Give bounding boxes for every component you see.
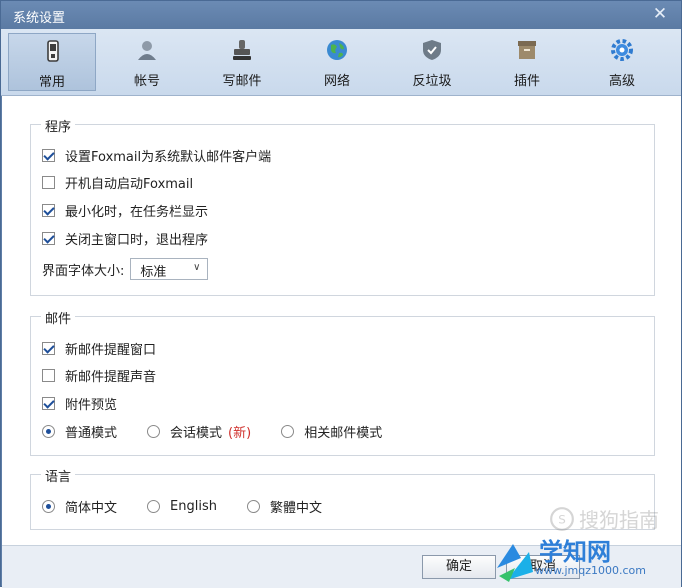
radio-conversation-mode[interactable]: 会话模式 (新) xyxy=(147,422,251,441)
radio-label: English xyxy=(170,498,217,514)
checkbox[interactable] xyxy=(42,175,55,189)
tab-common[interactable]: 常用 xyxy=(8,33,96,91)
group-title: 程序 xyxy=(41,116,76,135)
checkbox[interactable] xyxy=(42,341,55,355)
language-options: 简体中文 English 繁體中文 xyxy=(42,497,352,516)
radio-related-mode[interactable]: 相关邮件模式 xyxy=(281,422,382,441)
radio-button[interactable] xyxy=(42,424,55,438)
radio-label: 相关邮件模式 xyxy=(304,425,383,441)
tab-label: 反垃圾 xyxy=(412,74,452,89)
option-new-mail-sound[interactable]: 新邮件提醒声音 xyxy=(42,366,157,385)
tab-label: 插件 xyxy=(513,74,540,89)
tab-label: 高级 xyxy=(608,74,635,89)
title-bar: 系统设置 ✕ xyxy=(1,1,681,29)
radio-button[interactable] xyxy=(246,499,260,513)
settings-tabs: 常用 帐号 写邮件 网络 反垃圾 插件 高级 xyxy=(1,29,681,96)
radio-simplified-chinese[interactable]: 简体中文 xyxy=(42,497,117,516)
mail-mode-group: 普通模式 会话模式 (新) 相关邮件模式 xyxy=(42,422,412,441)
tab-network[interactable]: 网络 xyxy=(293,33,381,91)
option-minimize-taskbar[interactable]: 最小化时，在任务栏显示 xyxy=(42,201,209,220)
tab-account[interactable]: 帐号 xyxy=(103,33,191,91)
box-icon xyxy=(518,41,536,59)
option-label: 附件预览 xyxy=(65,397,118,413)
globe-icon xyxy=(327,40,347,60)
checkbox[interactable] xyxy=(42,148,55,162)
option-attachment-preview[interactable]: 附件预览 xyxy=(42,394,118,413)
checkbox[interactable] xyxy=(42,368,55,382)
radio-button[interactable] xyxy=(147,424,161,438)
font-size-row: 界面字体大小: 标准 ∨ xyxy=(42,257,209,281)
radio-button[interactable] xyxy=(147,499,161,513)
ok-button[interactable]: 确定 xyxy=(422,555,496,579)
new-badge: (新) xyxy=(228,425,252,441)
option-label: 关闭主窗口时，退出程序 xyxy=(65,232,209,248)
site-watermark: 学知网 www.jmqz1000.com xyxy=(493,524,673,586)
tab-label: 网络 xyxy=(323,74,350,89)
radio-label: 简体中文 xyxy=(65,500,118,516)
tab-label: 常用 xyxy=(38,75,65,90)
radio-traditional-chinese[interactable]: 繁體中文 xyxy=(246,497,322,516)
window-title: 系统设置 xyxy=(13,11,66,26)
tab-advanced[interactable]: 高级 xyxy=(578,33,666,91)
group-title: 邮件 xyxy=(41,308,76,327)
tab-label: 帐号 xyxy=(133,74,160,89)
radio-label: 繁體中文 xyxy=(269,500,322,516)
radio-label: 普通模式 xyxy=(65,425,118,441)
option-label: 开机自动启动Foxmail xyxy=(65,176,194,192)
font-size-label: 界面字体大小: xyxy=(42,263,125,279)
site-watermark-url: www.jmqz1000.com xyxy=(535,564,646,577)
option-label: 设置Foxmail为系统默认邮件客户端 xyxy=(65,149,272,165)
checkbox[interactable] xyxy=(42,396,55,410)
shield-icon xyxy=(423,40,441,60)
font-size-select[interactable]: 标准 ∨ xyxy=(130,258,209,280)
site-logo-icon xyxy=(497,544,533,582)
tab-plugins[interactable]: 插件 xyxy=(483,33,571,91)
gear-icon xyxy=(611,39,633,61)
settings-window: 系统设置 ✕ 常用 帐号 写邮件 网络 反垃圾 插件 高级 程序 设置Foxma… xyxy=(0,0,682,588)
option-autostart[interactable]: 开机自动启动Foxmail xyxy=(42,173,194,192)
option-label: 新邮件提醒声音 xyxy=(65,369,157,385)
chevron-down-icon: ∨ xyxy=(193,262,201,273)
font-size-value: 标准 xyxy=(140,265,167,280)
radio-button[interactable] xyxy=(42,499,55,513)
option-default-client[interactable]: 设置Foxmail为系统默认邮件客户端 xyxy=(42,146,272,165)
option-label: 最小化时，在任务栏显示 xyxy=(65,204,209,220)
close-icon[interactable]: ✕ xyxy=(651,5,669,23)
radio-button[interactable] xyxy=(281,424,295,438)
user-icon xyxy=(138,41,156,60)
radio-normal-mode[interactable]: 普通模式 xyxy=(42,422,117,441)
option-close-exit[interactable]: 关闭主窗口时，退出程序 xyxy=(42,229,209,248)
tab-compose[interactable]: 写邮件 xyxy=(198,33,286,91)
checkbox[interactable] xyxy=(42,231,55,245)
option-label: 新邮件提醒窗口 xyxy=(65,342,157,358)
checkbox[interactable] xyxy=(42,203,55,217)
phone-icon xyxy=(47,40,59,62)
tab-label: 写邮件 xyxy=(222,74,262,89)
radio-english[interactable]: English xyxy=(147,499,217,514)
settings-content: 程序 设置Foxmail为系统默认邮件客户端 开机自动启动Foxmail 最小化… xyxy=(2,96,681,545)
stamp-icon xyxy=(233,40,251,60)
site-watermark-title: 学知网 xyxy=(539,538,611,566)
tab-antispam[interactable]: 反垃圾 xyxy=(388,33,476,91)
radio-label: 会话模式 xyxy=(170,425,223,441)
option-new-mail-window[interactable]: 新邮件提醒窗口 xyxy=(42,339,157,358)
group-title: 语言 xyxy=(41,466,76,485)
